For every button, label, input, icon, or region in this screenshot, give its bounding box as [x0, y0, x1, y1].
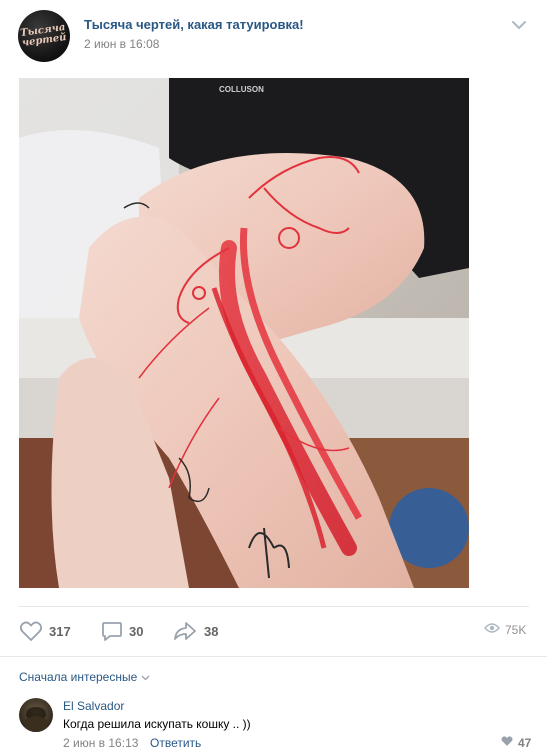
post-date[interactable]: 2 июн в 16:08: [84, 37, 159, 51]
post-photo[interactable]: COLLUSON: [19, 78, 469, 588]
comment-like-count: 47: [518, 735, 532, 750]
comment-author-link[interactable]: El Salvador: [63, 699, 124, 713]
actions-top-divider: [18, 606, 529, 607]
comment-icon: [101, 620, 123, 642]
comment-text: Когда решила искупать кошку .. )): [63, 717, 251, 731]
group-name-link[interactable]: Тысяча чертей, какая татуировка!: [84, 17, 304, 32]
group-avatar[interactable]: Тысяча чертей: [18, 10, 70, 62]
comment-like-button[interactable]: 47: [500, 735, 531, 750]
comments-sort-dropdown[interactable]: Сначала интересные: [19, 670, 150, 684]
share-button[interactable]: 38: [172, 619, 218, 643]
heart-icon: [19, 620, 43, 642]
reply-button[interactable]: Ответить: [150, 736, 201, 750]
views-count: 75K: [505, 622, 527, 637]
comments-sort-label: Сначала интересные: [19, 670, 138, 684]
views-counter: 75K: [484, 622, 526, 637]
heart-icon: [500, 735, 514, 750]
share-count: 38: [204, 623, 219, 639]
comment-date[interactable]: 2 июн в 16:13: [63, 736, 138, 750]
group-logo: Тысяча чертей: [20, 22, 68, 49]
post-menu-chevron-icon[interactable]: [510, 18, 528, 32]
comments-top-divider: [0, 656, 547, 657]
like-count: 317: [49, 623, 71, 639]
comment-button[interactable]: 30: [101, 619, 143, 643]
chevron-down-icon: [141, 670, 150, 684]
like-button[interactable]: 317: [19, 619, 71, 643]
comment-count: 30: [129, 623, 144, 639]
shirt-print-text: COLLUSON: [219, 85, 264, 94]
eye-icon: [484, 622, 500, 637]
share-arrow-icon: [172, 620, 198, 642]
comment-avatar[interactable]: [19, 698, 53, 732]
